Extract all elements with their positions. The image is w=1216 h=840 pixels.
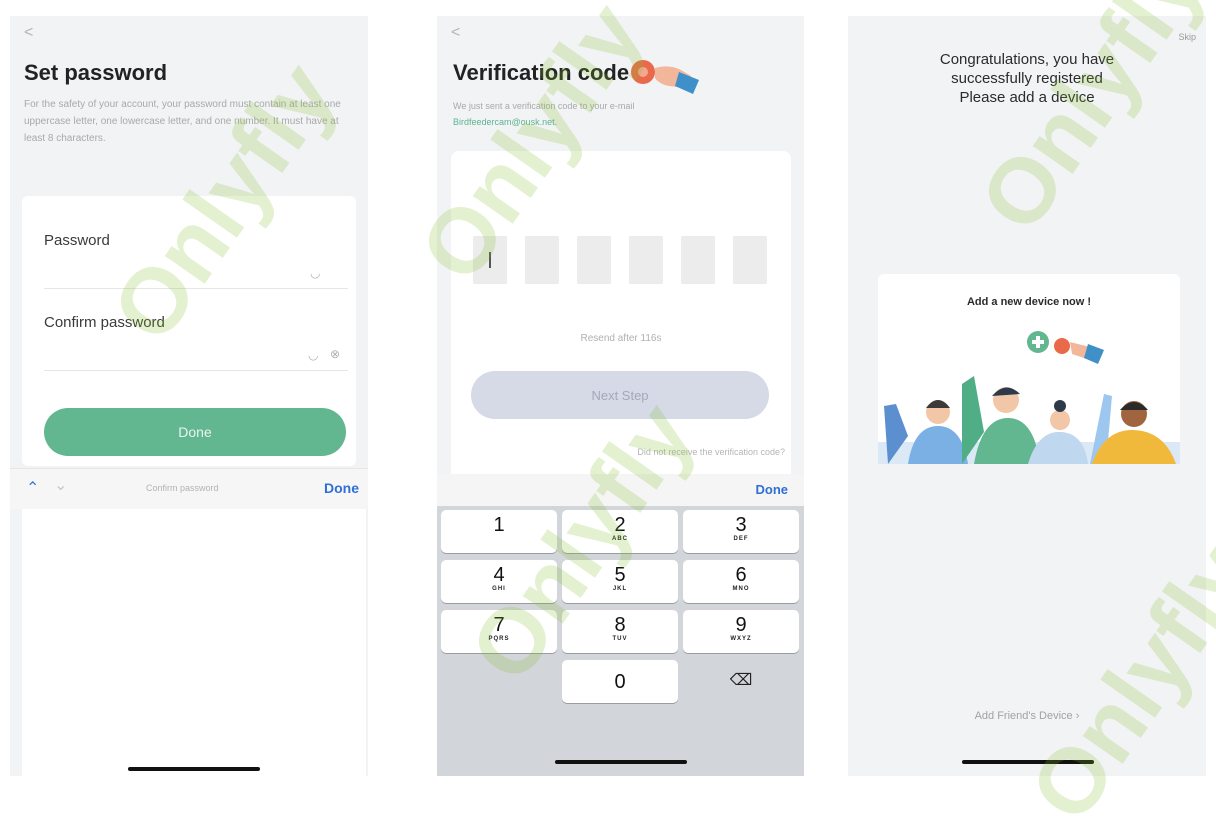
code-digit-box[interactable] <box>473 236 507 284</box>
key-6[interactable]: 6 MNO <box>683 560 799 603</box>
keyboard-accessory-bar: ⌃ ⌄ Confirm password Done <box>10 468 368 509</box>
back-arrow-icon[interactable]: < <box>24 24 33 42</box>
verification-description: We just sent a verification code to your… <box>453 101 635 111</box>
code-entry-card: Resend after 116s Next Step Did not rece… <box>451 151 791 481</box>
verification-code-screen: < Verification code We just sent a verif… <box>437 16 804 776</box>
congratulations-message: Congratulations, you have successfully r… <box>848 50 1206 107</box>
add-friend-label: Add Friend's Device <box>974 710 1073 722</box>
keypad-accessory-bar: Done <box>437 474 804 506</box>
text-cursor <box>489 252 491 268</box>
home-indicator <box>962 760 1094 764</box>
add-friend-device-link[interactable]: Add Friend's Device › <box>848 710 1206 722</box>
add-device-title: Add a new device now ! <box>966 296 1092 308</box>
congrats-line: Congratulations, you have <box>939 51 1115 68</box>
key-7[interactable]: 7 PQRS <box>441 610 557 653</box>
key-2[interactable]: 2 ABC <box>562 510 678 553</box>
code-digit-box[interactable] <box>629 236 663 284</box>
backspace-icon[interactable]: ⌫ <box>707 670 775 690</box>
keyboard-field-hint: Confirm password <box>146 483 219 493</box>
code-digit-box[interactable] <box>525 236 559 284</box>
chevron-right-icon: › <box>1075 710 1080 722</box>
set-password-screen: < Set password For the safety of your ac… <box>10 16 368 776</box>
not-received-link[interactable]: Did not receive the verification code? <box>637 447 785 457</box>
home-indicator <box>128 767 260 771</box>
page-title: Verification code <box>453 60 630 85</box>
page-title: Set password <box>24 60 168 85</box>
password-input[interactable] <box>44 256 348 286</box>
back-arrow-icon[interactable]: < <box>451 24 460 42</box>
congrats-line: successfully registered <box>951 70 1103 87</box>
confirm-underline <box>44 370 348 371</box>
password-label: Password <box>44 232 110 249</box>
email-address: Birdfeedercam@ousk.net. <box>453 117 558 127</box>
chevron-down-icon[interactable]: ⌄ <box>54 475 67 495</box>
key-0[interactable]: 0 <box>562 660 678 703</box>
key-5[interactable]: 5 JKL <box>562 560 678 603</box>
done-button[interactable]: Done <box>44 408 346 456</box>
congrats-line: Please add a device <box>959 89 1095 106</box>
eye-closed-icon[interactable]: ◡ <box>308 348 318 362</box>
key-1[interactable]: 1 <box>441 510 557 553</box>
password-form-card: Password ◡ Confirm password ◡ ⊗ Done <box>22 196 356 466</box>
registration-success-screen: Skip Congratulations, you have successfu… <box>848 16 1206 776</box>
keypad-done-button[interactable]: Done <box>756 482 789 497</box>
clear-icon[interactable]: ⊗ <box>330 347 340 361</box>
keyboard-done-button[interactable]: Done <box>324 480 359 496</box>
confirm-password-label: Confirm password <box>44 314 165 331</box>
code-digit-box[interactable] <box>681 236 715 284</box>
key-8[interactable]: 8 TUV <box>562 610 678 653</box>
key-4[interactable]: 4 GHI <box>441 560 557 603</box>
pointing-hand-icon <box>631 60 699 94</box>
add-device-card[interactable]: Add a new device now ! <box>878 274 1180 464</box>
resend-timer: Resend after 116s <box>580 333 662 344</box>
key-9[interactable]: 9 WXYZ <box>683 610 799 653</box>
next-step-button[interactable]: Next Step <box>471 371 769 419</box>
home-indicator <box>555 760 687 764</box>
password-underline <box>44 288 348 289</box>
skip-link[interactable]: Skip <box>1178 32 1196 42</box>
code-digit-box[interactable] <box>733 236 767 284</box>
numeric-keypad: Done 1 2 ABC 3 DEF 4 GHI 5 JKL 6 MNO 7 PQRS 8T… <box>437 474 804 776</box>
people-celebrating-illustration <box>878 331 1180 464</box>
code-digit-box[interactable] <box>577 236 611 284</box>
eye-closed-icon[interactable]: ◡ <box>310 266 320 280</box>
key-3[interactable]: 3 DEF <box>683 510 799 553</box>
keyboard-area <box>22 509 366 776</box>
confirm-password-input[interactable] <box>44 338 348 368</box>
password-requirements: For the safety of your account, your pas… <box>24 99 341 144</box>
chevron-up-icon[interactable]: ⌃ <box>26 478 39 498</box>
